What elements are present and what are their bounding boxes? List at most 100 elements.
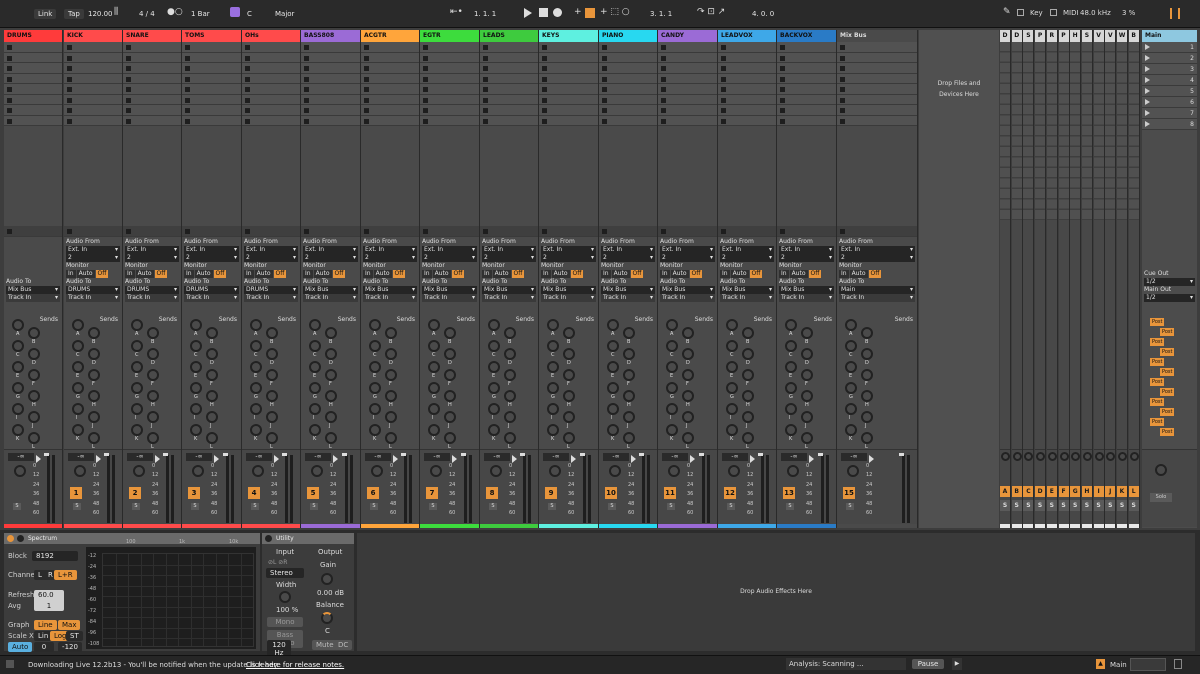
post-button[interactable]: Post [1160,428,1175,436]
stop-icon[interactable] [539,8,548,17]
send-knob-g[interactable] [72,382,84,394]
draw-mode-icon[interactable]: ✎ [1003,7,1011,17]
clip-slot[interactable] [64,63,122,74]
range-low-field[interactable]: 0 [34,642,54,652]
send-knob-c[interactable] [666,340,678,352]
send-knob-c[interactable] [785,340,797,352]
loop-start-field[interactable]: 3. 1. 1 [646,9,690,19]
release-notes-link[interactable]: Click here for release notes. [246,661,344,669]
send-knob-b[interactable] [325,327,337,339]
send-knob-f[interactable] [504,369,516,381]
solo-button[interactable]: S [191,503,199,510]
send-knob-f[interactable] [325,369,337,381]
graph-max-button[interactable]: Max [58,620,81,630]
send-knob-j[interactable] [623,411,635,423]
volume-fader[interactable] [899,453,904,456]
post-button[interactable]: Post [1150,398,1165,406]
post-button[interactable]: Post [1150,338,1165,346]
clip-slot[interactable] [837,52,917,63]
key-map-box[interactable] [1017,9,1024,16]
send-knob-h[interactable] [88,390,100,402]
post-button[interactable]: Post [1160,368,1175,376]
clip-slot[interactable] [480,94,538,105]
audio-from-dropdown[interactable]: Ext. In [660,246,715,254]
return-track-name[interactable]: B [1128,30,1139,42]
send-knob-f[interactable] [563,369,575,381]
clip-slot[interactable] [718,73,776,84]
send-knob-g[interactable] [547,382,559,394]
volume-field[interactable]: -∞ [722,453,748,461]
send-knob-i[interactable] [250,403,262,415]
warning-icon[interactable]: ▲ [1096,659,1105,669]
track-in-button[interactable]: Track In [303,294,358,302]
send-knob-d[interactable] [385,348,397,360]
pan-knob[interactable] [133,465,145,477]
monitor-off-button[interactable]: Off [451,270,465,278]
volume-fader[interactable] [580,453,585,456]
clip-slot[interactable] [599,42,657,53]
avg-field[interactable]: 1 [34,601,64,611]
volume-fader[interactable] [699,453,704,456]
post-button[interactable]: Post [1150,418,1165,426]
clip-slot[interactable] [301,63,360,74]
monitor-auto-button[interactable]: Auto [432,270,451,278]
send-knob-k[interactable] [785,424,797,436]
track-name[interactable]: PIANO [599,30,657,42]
monitor-off-button[interactable]: Off [95,270,109,278]
send-knob-g[interactable] [488,382,500,394]
send-knob-h[interactable] [563,390,575,402]
monitor-in-button[interactable]: In [66,270,76,278]
send-knob-c[interactable] [72,340,84,352]
send-knob-k[interactable] [666,424,678,436]
send-knob-l[interactable] [266,432,278,444]
clip-slot[interactable] [658,63,717,74]
audio-from-dropdown[interactable]: Ext. In [303,246,358,254]
clip-slot[interactable] [420,63,479,74]
return-pan-knob[interactable] [1036,452,1046,461]
send-knob-d[interactable] [623,348,635,360]
clip-slot[interactable] [539,73,598,84]
send-knob-e[interactable] [607,361,619,373]
send-knob-f[interactable] [147,369,159,381]
clip-slot[interactable] [64,52,122,63]
detail-toggle-icon[interactable] [1174,659,1182,669]
send-knob-f[interactable] [682,369,694,381]
send-knob-e[interactable] [72,361,84,373]
clip-stop-slot[interactable] [420,226,479,237]
clip-slot[interactable] [777,94,836,105]
return-track-name[interactable]: R [1046,30,1057,42]
clip-slot[interactable] [539,115,598,126]
send-knob-a[interactable] [488,319,500,331]
send-knob-h[interactable] [623,390,635,402]
clip-slot[interactable] [301,94,360,105]
monitor-off-button[interactable]: Off [749,270,763,278]
device-on-icon[interactable] [7,535,14,542]
send-knob-c[interactable] [369,340,381,352]
track-name[interactable]: KICK [64,30,122,42]
clip-stop-slot[interactable] [539,226,598,237]
monitor-in-button[interactable]: In [720,270,730,278]
send-knob-f[interactable] [861,369,873,381]
clip-slot[interactable] [123,42,181,53]
clip-slot[interactable] [420,73,479,84]
audio-from-dropdown[interactable]: Ext. In [839,246,915,254]
block-dropdown[interactable]: 8192 [32,551,78,561]
monitor-off-button[interactable]: Off [570,270,584,278]
send-knob-h[interactable] [206,390,218,402]
monitor-auto-button[interactable]: Auto [313,270,332,278]
return-solo-button[interactable]: S [1093,500,1104,511]
scene-row[interactable]: 6 [1142,97,1197,108]
send-knob-f[interactable] [88,369,100,381]
post-button[interactable]: Post [1160,328,1175,336]
clip-slot[interactable] [301,115,360,126]
send-knob-l[interactable] [682,432,694,444]
overview-thumbnail[interactable] [1130,658,1166,671]
send-knob-h[interactable] [504,390,516,402]
send-knob-f[interactable] [385,369,397,381]
clip-slot[interactable] [182,115,241,126]
clip-slot[interactable] [123,105,181,116]
clip-slot[interactable] [4,42,62,53]
volume-field[interactable]: -∞ [186,453,212,461]
send-knob-f[interactable] [742,369,754,381]
monitor-off-button[interactable]: Off [332,270,346,278]
